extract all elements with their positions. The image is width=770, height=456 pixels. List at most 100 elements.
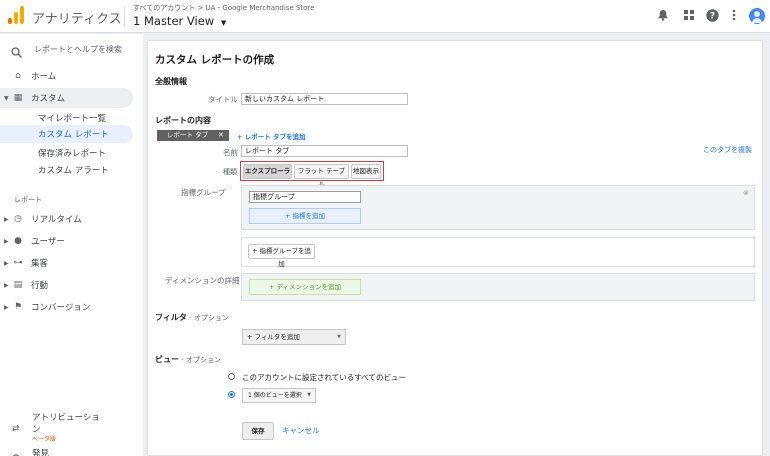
tab-label: レポート タブ (167, 131, 209, 139)
optional-label: - オプション (186, 314, 229, 322)
type-label: 種類 (223, 168, 237, 176)
expand-caret-icon: ▶ (4, 303, 9, 311)
view-select-dropdown[interactable]: 1 個のビューを選択 ▼ (242, 388, 316, 403)
views-label: ビュー (155, 355, 179, 364)
avatar[interactable] (749, 8, 765, 24)
sidebar: レポートとヘルプを検索 ⌂ ホーム ▼ ▦ カスタム マイレポート一覧 カスタム… (0, 34, 143, 456)
add-metric-group-button[interactable]: + 指標グループを追加 (248, 244, 315, 268)
dropdown-caret-icon: ▼ (337, 334, 341, 340)
help-icon[interactable]: ? (705, 9, 719, 23)
remove-group-icon[interactable]: ⊗ (743, 189, 749, 197)
views-heading: ビュー - オプション (155, 354, 221, 365)
sidebar-item-custom[interactable]: ▼ ▦ カスタム (0, 88, 133, 108)
optional-label: - オプション (179, 356, 221, 364)
sidebar-item-label: カスタム (31, 94, 66, 104)
dropdown-caret-icon: ▼ (307, 392, 311, 398)
behavior-icon: ▤ (13, 280, 23, 290)
sidebar-item-discover[interactable]: 発見 (32, 447, 49, 456)
account-breadcrumb[interactable]: すべてのアカウント > UA - Google Merchandise Stor… (133, 3, 315, 13)
sidebar-item-label: ホーム (31, 72, 57, 82)
analytics-logo[interactable] (8, 6, 24, 24)
dashboard-icon: ▦ (13, 93, 23, 103)
product-name: アナリティクス (32, 12, 122, 27)
add-dimension-button[interactable]: + ディメンションを追加 (249, 279, 361, 295)
sidebar-item-acquisition[interactable]: ▶ ⊶ 集客 (0, 253, 133, 273)
acquisition-icon: ⊶ (13, 258, 23, 268)
cancel-link[interactable]: キャンセル (282, 425, 320, 436)
main-panel: カスタム レポートの作成 全般情報 タイトル 新しいカスタム レポート レポート… (147, 40, 763, 456)
select-view-radio[interactable] (228, 391, 235, 398)
sidebar-item-behavior[interactable]: ▶ ▤ 行動 (0, 275, 133, 295)
metric-group-name-input[interactable]: 指標グループ (249, 191, 361, 203)
add-metric-group-panel: + 指標グループを追加 (241, 237, 755, 268)
sidebar-item-label: 集客 (31, 259, 49, 269)
svg-text:?: ? (709, 12, 714, 22)
name-label: 名前 (223, 148, 238, 157)
sidebar-item-users[interactable]: ▶ ● ユーザー (0, 231, 133, 251)
metric-groups-label: 指標グループ (181, 188, 226, 197)
sidebar-item-conversions[interactable]: ▶ ⚑ コンバージョン (0, 297, 133, 317)
attribution-icon: ⇄ (12, 424, 20, 434)
sidebar-item-label: マイレポート一覧 (38, 114, 107, 124)
sidebar-item-home[interactable]: ⌂ ホーム (0, 66, 133, 86)
type-explorer-button[interactable]: エクスプローラ (243, 164, 292, 179)
sidebar-item-label: カスタム アラート (38, 166, 109, 176)
view-selector[interactable]: 1 Master View ▼ (133, 14, 226, 28)
sidebar-item-attribution[interactable]: アトリビューション (32, 412, 102, 436)
report-content-heading: レポートの内容 (155, 116, 211, 125)
tab-report[interactable]: レポート タブ ✕ (157, 130, 229, 141)
dimension-panel: + ディメンションを追加 (241, 273, 755, 301)
filters-label: フィルタ (155, 313, 187, 322)
sidebar-item-label: 保存済みレポート (38, 149, 107, 159)
title-label: タイトル (208, 95, 238, 104)
type-map-overlay-button[interactable]: 地図表示 (351, 164, 381, 179)
beta-badge: ベータ版 (32, 436, 57, 443)
save-button[interactable]: 保存 (242, 422, 274, 440)
title-input[interactable]: 新しいカスタム レポート (241, 93, 408, 105)
view-select-label: 1 個のビューを選択 (248, 392, 302, 399)
add-metric-button[interactable]: + 指標を追加 (249, 208, 361, 224)
apps-icon[interactable] (682, 9, 696, 23)
all-views-label: このアカウントに設定されているすべてのビュー (242, 373, 406, 382)
metric-group-panel: 指標グループ + 指標を追加 ⊗ (241, 185, 755, 230)
add-filter-dropdown[interactable]: + フィルタを追加 ▼ (242, 329, 346, 345)
sidebar-item-custom-alerts[interactable]: カスタム アラート (0, 160, 133, 180)
duplicate-tab-link[interactable]: このタブを複製 (703, 145, 752, 155)
sidebar-item-label: 行動 (31, 281, 49, 291)
sidebar-item-label: リアルタイム (31, 215, 82, 225)
flag-icon: ⚑ (13, 302, 23, 312)
bell-icon[interactable] (656, 9, 670, 23)
sidebar-item-custom-reports[interactable]: カスタム レポート (0, 125, 133, 143)
home-icon: ⌂ (15, 71, 21, 81)
search-icon (11, 43, 22, 62)
expand-caret-icon: ▶ (4, 281, 9, 289)
add-report-tab-link[interactable]: + レポート タブを追加 (237, 131, 305, 141)
expand-caret-icon: ▶ (4, 259, 9, 267)
sidebar-item-label: コンバージョン (31, 303, 91, 313)
name-input[interactable]: レポート タブ (241, 145, 408, 157)
sidebar-item-realtime[interactable]: ▶ ◷ リアルタイム (0, 209, 133, 229)
all-views-radio[interactable] (228, 373, 235, 380)
view-name: 1 Master View (133, 14, 215, 28)
sidebar-item-label: ユーザー (31, 237, 65, 247)
general-info-heading: 全般情報 (155, 77, 187, 86)
type-flat-table-button[interactable]: フラット テーブル (294, 164, 349, 188)
filters-heading: フィルタ - オプション (155, 312, 229, 323)
sidebar-item-label: カスタム レポート (38, 130, 109, 140)
more-icon[interactable] (727, 9, 741, 23)
dropdown-caret-icon: ▼ (220, 19, 227, 27)
expand-caret-icon: ▶ (4, 215, 9, 223)
dimension-drilldowns-label: ディメンションの詳細 (165, 276, 240, 285)
person-icon: ● (14, 236, 22, 246)
clock-icon: ◷ (14, 214, 22, 224)
page-title: カスタム レポートの作成 (155, 54, 275, 66)
reports-section-header: レポート (14, 196, 42, 204)
search-input[interactable]: レポートとヘルプを検索 (34, 44, 122, 55)
add-filter-label: + フィルタを追加 (247, 333, 300, 341)
top-bar: アナリティクス すべてのアカウント > UA - Google Merchand… (0, 0, 770, 33)
close-tab-icon[interactable]: ✕ (218, 130, 224, 141)
divider (124, 7, 125, 27)
discover-icon (12, 448, 21, 456)
expand-caret-icon: ▼ (4, 94, 9, 102)
expand-caret-icon: ▶ (4, 237, 9, 245)
